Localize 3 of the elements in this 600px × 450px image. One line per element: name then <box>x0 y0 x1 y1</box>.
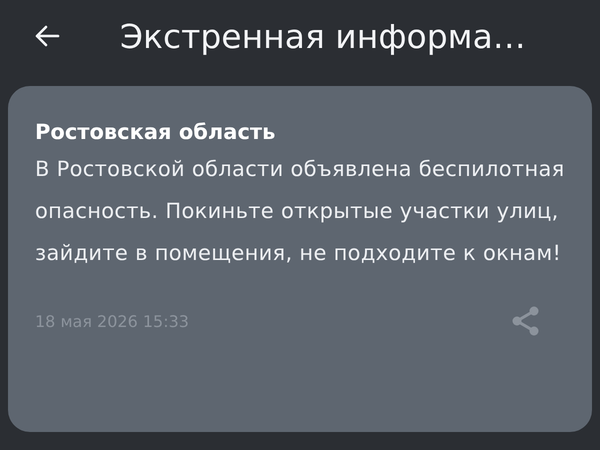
alert-region: Ростовская область <box>35 119 276 146</box>
page-title: Экстренная информа… <box>120 16 526 56</box>
alert-message: В Ростовской области объявлена беспилотная опасность. Покиньте открытые участки улиц, зайдите в помещения, не подходите к окнам! <box>35 156 565 267</box>
